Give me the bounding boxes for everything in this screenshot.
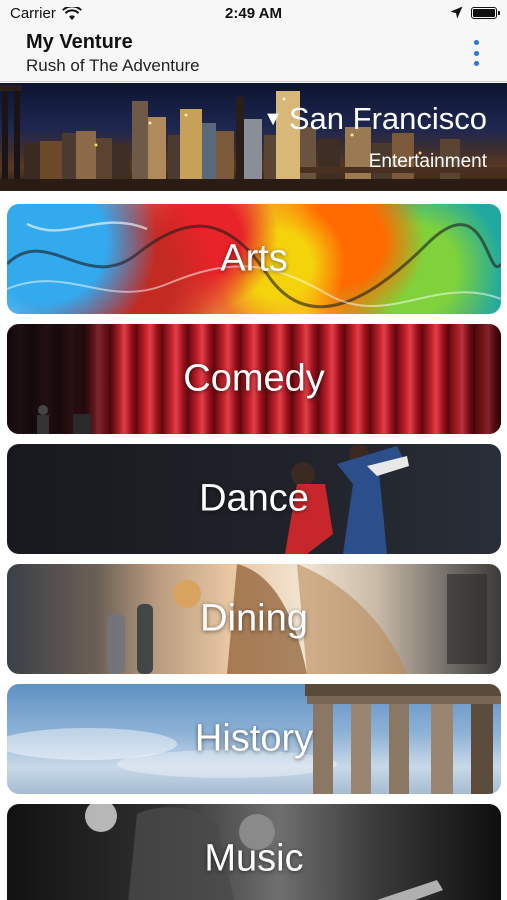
city-category: Entertainment [368,151,487,172]
navigation-bar: My Venture Rush of The Adventure [0,28,507,82]
city-name: ▼ San Francisco [263,101,487,137]
category-label-comedy: Comedy [183,357,325,400]
category-card-dance[interactable]: Dance [7,444,501,554]
category-card-music[interactable]: Music [7,804,501,900]
app-title: My Venture [26,31,133,53]
triangle-down-icon: ▼ [263,107,283,130]
category-label-dining: Dining [200,597,308,640]
status-bar: Carrier 2:49 AM [0,0,507,28]
category-label-arts: Arts [220,237,288,280]
category-card-history[interactable]: History [7,684,501,794]
category-label-dance: Dance [199,477,309,520]
category-label-music: Music [204,837,304,880]
city-selector-banner[interactable]: ▼ San Francisco Entertainment [0,83,507,191]
city-label: San Francisco [288,101,487,136]
category-card-arts[interactable]: Arts [7,204,501,314]
status-indicators [450,6,500,19]
category-card-dining[interactable]: Dining [7,564,501,674]
category-card-comedy[interactable]: Comedy [7,324,501,434]
more-vertical-icon [473,40,479,45]
battery-icon [471,6,500,19]
more-options-button[interactable] [469,40,483,66]
status-time: 2:49 AM [225,5,282,22]
location-arrow-icon [450,6,463,19]
category-label-history: History [194,717,314,760]
app-subtitle: Rush of The Adventure [26,56,200,75]
city-skyline-image [0,85,507,191]
